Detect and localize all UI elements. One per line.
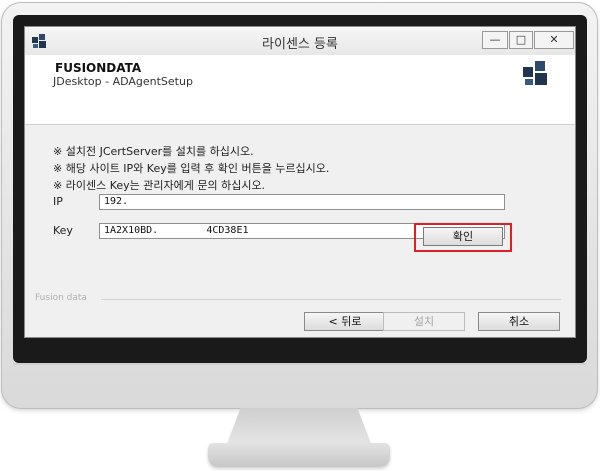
confirm-button[interactable]: 확인: [423, 227, 503, 246]
ip-input[interactable]: 192.: [99, 194, 505, 210]
dialog-header: FUSIONDATA JDesktop - ADAgentSetup: [25, 55, 575, 125]
footer-divider: [101, 299, 561, 300]
minimize-button[interactable]: —: [482, 31, 508, 49]
title-bar[interactable]: 라이센스 등록 — □ ✕: [25, 27, 575, 56]
monitor-chin: [13, 363, 587, 365]
license-dialog: 라이센스 등록 — □ ✕ FUSIONDATA JDesktop - ADAg…: [24, 26, 576, 338]
company-name: FUSIONDATA: [55, 61, 142, 75]
ip-label: IP: [53, 195, 63, 208]
install-button[interactable]: 설치: [383, 312, 465, 331]
notice-install-certserver: ※ 설치전 JCertServer를 설치를 하십시오.: [53, 145, 254, 158]
notice-contact-admin: ※ 라이센스 Key는 관리자에게 문의 하십시오.: [53, 179, 266, 192]
monitor-stand-base: [208, 443, 390, 467]
cancel-button[interactable]: 취소: [478, 312, 560, 331]
close-button[interactable]: ✕: [534, 31, 574, 49]
back-button[interactable]: < 뒤로: [304, 312, 386, 331]
company-logo-icon: [523, 61, 547, 85]
notice-enter-ip-key: ※ 해당 사이트 IP와 Key를 입력 후 확인 버튼을 누르십시오.: [53, 162, 330, 175]
dialog-subtitle: JDesktop - ADAgentSetup: [53, 75, 193, 88]
monitor-stand-neck: [226, 408, 372, 446]
footer-brand-label: Fusion data: [35, 293, 87, 303]
maximize-button[interactable]: □: [509, 31, 533, 49]
key-label: Key: [53, 224, 73, 237]
